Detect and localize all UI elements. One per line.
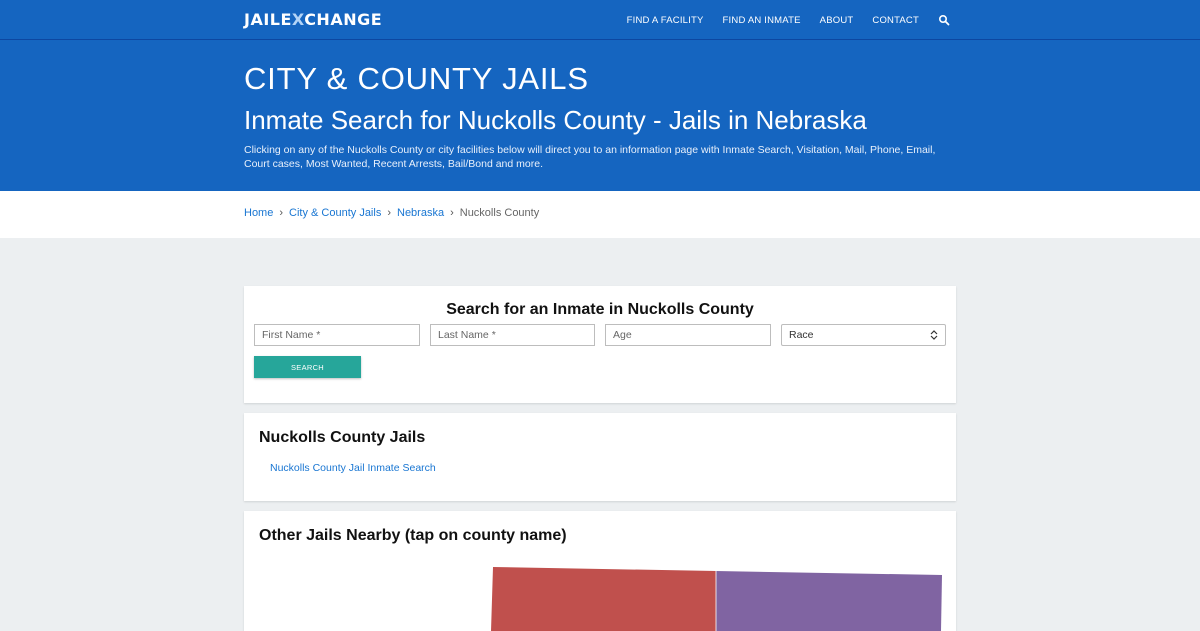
nearby-counties-map (491, 567, 942, 631)
site-logo[interactable]: JAILEXCHANGE (244, 10, 382, 29)
chevron-right-icon: › (450, 207, 454, 219)
hero-description: Clicking on any of the Nuckolls County o… (244, 144, 936, 170)
chevron-right-icon: › (279, 207, 284, 219)
inmate-search-card: Search for an Inmate in Nuckolls County … (244, 286, 956, 403)
breadcrumb-bar: Home › City & County Jails › Nebraska › … (0, 191, 1200, 238)
logo-text-change: CHANGE (304, 10, 383, 29)
breadcrumb-current: Nuckolls County (459, 207, 540, 219)
search-icon[interactable] (938, 14, 950, 26)
main-nav: FIND A FACILITY FIND AN INMATE ABOUT CON… (608, 0, 950, 40)
chevron-right-icon: › (387, 207, 391, 219)
first-name-input[interactable] (254, 324, 420, 346)
last-name-input[interactable] (430, 324, 595, 346)
map-county-purple[interactable] (716, 571, 942, 631)
nav-contact[interactable]: CONTACT (872, 15, 919, 26)
nearby-jails-card: Other Jails Nearby (tap on county name) (244, 511, 956, 631)
nav-find-facility[interactable]: FIND A FACILITY (627, 15, 704, 26)
breadcrumb-nebraska[interactable]: Nebraska (397, 207, 444, 219)
race-select-value: Race (789, 329, 814, 341)
nav-about[interactable]: ABOUT (820, 15, 854, 26)
search-button[interactable]: SEARCH (254, 356, 361, 378)
jail-inmate-search-link[interactable]: Nuckolls County Jail Inmate Search (270, 462, 436, 474)
breadcrumb-home[interactable]: Home (244, 207, 273, 219)
map-county-red[interactable] (491, 567, 716, 631)
age-input[interactable] (605, 324, 771, 346)
logo-text-x: X (291, 10, 305, 29)
page-title: Inmate Search for Nuckolls County - Jail… (244, 105, 867, 135)
top-navbar: JAILEXCHANGE FIND A FACILITY FIND AN INM… (0, 0, 1200, 40)
logo-text-e: E (280, 10, 292, 29)
county-jails-card: Nuckolls County Jails Nuckolls County Ja… (244, 413, 956, 501)
breadcrumb-city-county-jails[interactable]: City & County Jails (289, 207, 381, 219)
county-jails-title: Nuckolls County Jails (259, 429, 426, 446)
search-heading: Search for an Inmate in Nuckolls County (446, 301, 754, 318)
hero-kicker: CITY & COUNTY JAILS (244, 61, 589, 96)
race-select[interactable]: Race (781, 324, 946, 346)
nav-find-inmate[interactable]: FIND AN INMATE (723, 15, 801, 26)
logo-text-jail: JAIL (244, 10, 281, 29)
select-arrows-icon (930, 330, 938, 340)
breadcrumb: Home › City & County Jails › Nebraska › … (244, 207, 539, 219)
hero-banner: CITY & COUNTY JAILS Inmate Search for Nu… (0, 40, 1200, 191)
